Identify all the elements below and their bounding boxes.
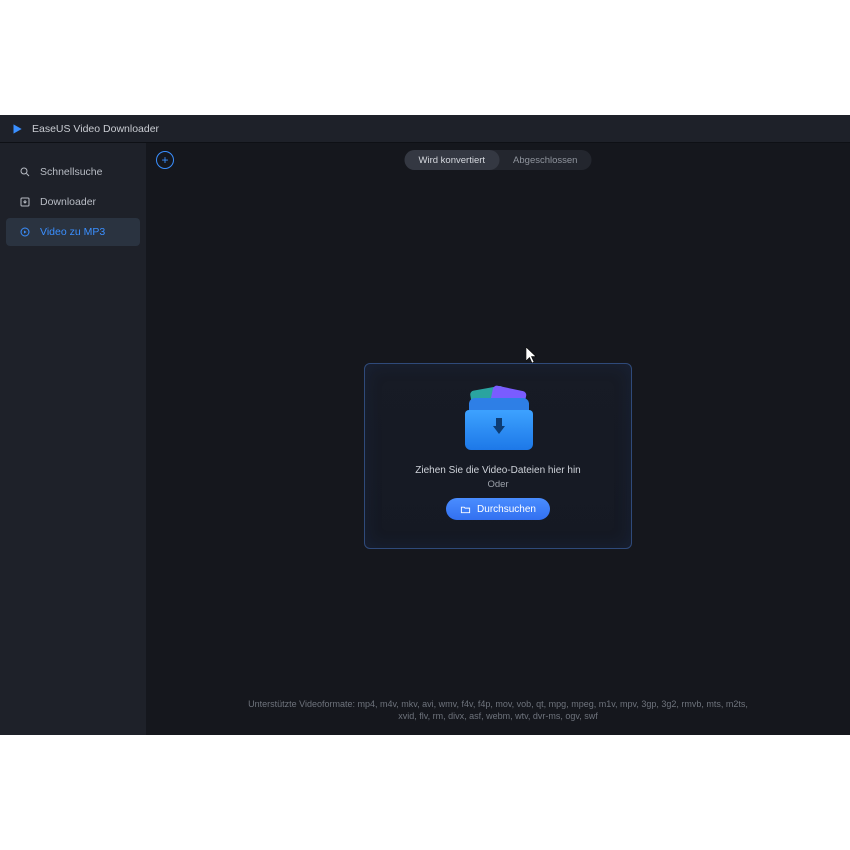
sidebar-item-video-to-mp3[interactable]: Video zu MP3 <box>6 218 140 246</box>
app-logo-icon <box>10 122 24 136</box>
convert-icon <box>18 225 32 239</box>
sidebar-item-label: Schnellsuche <box>40 166 102 178</box>
sidebar-item-downloader[interactable]: Downloader <box>6 188 140 216</box>
main-panel: + Wird konvertiert Abgeschlossen Ziehen … <box>146 143 850 735</box>
search-icon <box>18 165 32 179</box>
body: Schnellsuche Downloader Video zu MP3 + <box>0 143 850 735</box>
cursor-icon <box>526 347 538 363</box>
browse-button[interactable]: Durchsuchen <box>446 498 550 520</box>
tab-converting[interactable]: Wird konvertiert <box>405 150 500 170</box>
formats-line-1: Unterstützte Videoformate: mp4, m4v, mkv… <box>186 698 810 711</box>
drop-area[interactable]: Ziehen Sie die Video-Dateien hier hin Od… <box>146 177 850 735</box>
status-tabs: Wird konvertiert Abgeschlossen <box>405 150 592 170</box>
browse-button-label: Durchsuchen <box>477 504 536 515</box>
plus-icon: + <box>161 154 168 166</box>
dropzone-text: Ziehen Sie die Video-Dateien hier hin <box>415 464 580 478</box>
supported-formats: Unterstützte Videoformate: mp4, m4v, mkv… <box>146 698 850 723</box>
download-icon <box>18 195 32 209</box>
dropzone[interactable]: Ziehen Sie die Video-Dateien hier hin Od… <box>364 363 632 549</box>
formats-line-2: xvid, flv, rm, divx, asf, webm, wtv, dvr… <box>186 710 810 723</box>
sidebar-item-label: Downloader <box>40 196 96 208</box>
folder-illustration-icon <box>453 384 543 454</box>
dropzone-or: Oder <box>487 479 508 490</box>
sidebar-item-quicksearch[interactable]: Schnellsuche <box>6 158 140 186</box>
app-title: EaseUS Video Downloader <box>32 123 159 135</box>
folder-open-icon <box>460 504 471 515</box>
toolbar: + Wird konvertiert Abgeschlossen <box>146 143 850 177</box>
app-window: EaseUS Video Downloader Schnellsuche Dow… <box>0 115 850 735</box>
tab-completed[interactable]: Abgeschlossen <box>499 150 591 170</box>
sidebar-item-label: Video zu MP3 <box>40 226 105 238</box>
titlebar: EaseUS Video Downloader <box>0 115 850 143</box>
sidebar: Schnellsuche Downloader Video zu MP3 <box>0 143 146 735</box>
add-button[interactable]: + <box>156 151 174 169</box>
